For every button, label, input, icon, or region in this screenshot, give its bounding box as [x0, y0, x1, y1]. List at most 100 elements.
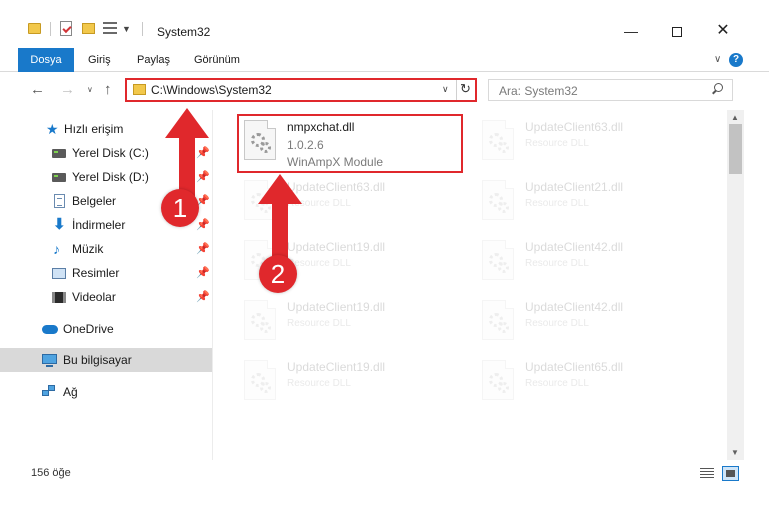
step-2-badge: 2 — [259, 255, 297, 293]
videos-icon — [52, 292, 66, 303]
sidebar-item-label: Bu bilgisayar — [63, 353, 132, 367]
help-icon[interactable]: ? — [729, 53, 743, 67]
details-view-icon[interactable] — [700, 468, 714, 479]
large-icons-view-icon[interactable] — [722, 466, 739, 481]
folder-icon — [133, 84, 146, 95]
file-type: Resource DLL — [287, 318, 351, 329]
sidebar-item-network[interactable]: Ağ — [0, 380, 212, 404]
new-folder-icon[interactable] — [82, 23, 95, 34]
minimize-button[interactable]: — — [608, 18, 654, 44]
address-divider — [456, 80, 457, 100]
sidebar-item-label: Belgeler — [72, 194, 117, 208]
file-item[interactable]: UpdateClient19.dll Resource DLL — [239, 354, 469, 410]
file-item[interactable]: UpdateClient19.dll Resource DLL — [239, 294, 469, 350]
sidebar-item-label: Hızlı erişim — [64, 122, 124, 136]
tab-file[interactable]: Dosya — [18, 48, 74, 72]
recent-locations-chevron-icon[interactable]: ∨ — [87, 85, 93, 94]
close-button[interactable]: ✕ — [700, 18, 746, 44]
status-bar: 156 öğe — [0, 460, 769, 486]
dll-file-icon — [482, 120, 514, 160]
file-explorer-window: ▼ System32 — ✕ Dosya Giriş Paylaş Görünü… — [0, 0, 769, 510]
vertical-scrollbar[interactable]: ▲ ▼ — [727, 110, 744, 460]
customize-toolbar-chevron-icon[interactable]: ▼ — [122, 24, 131, 34]
up-arrow-icon[interactable]: ↑ — [104, 81, 112, 98]
file-type: Resource DLL — [287, 378, 351, 389]
scroll-up-icon[interactable]: ▲ — [731, 113, 739, 122]
pin-icon: 📌 — [196, 291, 210, 303]
quick-access-divider — [142, 22, 143, 36]
address-bar[interactable]: C:\Windows\System32 ∨ ↻ — [125, 78, 477, 102]
properties-icon[interactable] — [60, 21, 72, 36]
sidebar-item-this-pc[interactable]: Bu bilgisayar — [0, 348, 212, 372]
tab-home[interactable]: Giriş — [76, 48, 123, 72]
file-name: UpdateClient63.dll — [525, 120, 624, 134]
drive-icon — [52, 149, 66, 158]
sidebar-item-label: Müzik — [72, 242, 104, 256]
sidebar-item-label: Yerel Disk (C:) — [72, 146, 149, 160]
file-item[interactable]: UpdateClient65.dll Resource DLL — [477, 354, 707, 410]
dll-file-icon — [482, 360, 514, 400]
search-placeholder: Ara: System32 — [499, 84, 578, 98]
sidebar-item-label: OneDrive — [63, 322, 114, 336]
sidebar-item-pictures[interactable]: Resimler 📌 — [0, 261, 212, 285]
maximize-icon — [672, 27, 682, 38]
title-bar: ▼ System32 — ✕ — [0, 0, 769, 48]
file-name: UpdateClient19.dll — [287, 300, 386, 314]
navigation-bar: ← → ∨ ↑ C:\Windows\System32 ∨ ↻ Ara: Sys… — [0, 72, 769, 110]
network-icon — [42, 385, 56, 397]
sidebar-item-label: Videolar — [72, 290, 116, 304]
sidebar-item-label: Ağ — [63, 385, 78, 399]
step-1-badge: 1 — [161, 189, 199, 227]
expand-ribbon-chevron-icon[interactable]: ∨ — [714, 54, 721, 65]
pictures-icon — [52, 268, 66, 279]
file-item[interactable]: UpdateClient42.dll Resource DLL — [477, 294, 707, 350]
this-pc-icon — [42, 354, 57, 367]
drive-icon — [52, 173, 66, 182]
search-input[interactable]: Ara: System32 — [488, 79, 733, 101]
pin-icon: 📌 — [196, 267, 210, 279]
dll-file-icon — [482, 300, 514, 340]
maximize-button[interactable] — [654, 18, 700, 44]
scroll-thumb[interactable] — [729, 124, 742, 174]
ribbon-tabs: Dosya Giriş Paylaş Görünüm ∨ ? — [0, 48, 769, 72]
sidebar-item-label: İndirmeler — [72, 218, 126, 232]
view-options-icon[interactable] — [103, 22, 117, 34]
address-path[interactable]: C:\Windows\System32 — [151, 83, 272, 97]
file-name: UpdateClient42.dll — [525, 240, 624, 254]
dll-file-icon — [244, 360, 276, 400]
folder-icon — [28, 23, 41, 34]
sidebar-item-onedrive[interactable]: OneDrive — [0, 317, 212, 341]
file-type: Resource DLL — [525, 138, 589, 149]
pin-icon: 📌 — [196, 243, 210, 255]
file-name: UpdateClient19.dll — [287, 360, 386, 374]
pane-divider[interactable] — [212, 110, 213, 460]
scroll-down-icon[interactable]: ▼ — [731, 448, 739, 457]
file-type: Resource DLL — [525, 378, 589, 389]
file-item[interactable]: UpdateClient63.dll Resource DLL — [477, 114, 707, 170]
tab-view[interactable]: Görünüm — [182, 48, 252, 72]
window-title: System32 — [157, 25, 211, 39]
file-item[interactable]: UpdateClient42.dll Resource DLL — [477, 234, 707, 290]
file-name: UpdateClient65.dll — [525, 360, 624, 374]
file-name: UpdateClient21.dll — [525, 180, 624, 194]
file-item[interactable]: UpdateClient21.dll Resource DLL — [477, 174, 707, 230]
onedrive-icon — [42, 325, 58, 334]
back-arrow-icon[interactable]: ← — [30, 81, 45, 98]
highlight-box — [237, 114, 463, 173]
search-icon[interactable] — [711, 82, 723, 95]
sidebar-item-videos[interactable]: Videolar 📌 — [0, 285, 212, 309]
dll-file-icon — [482, 180, 514, 220]
file-name: UpdateClient42.dll — [525, 300, 624, 314]
music-icon: ♪ — [53, 241, 60, 257]
refresh-icon[interactable]: ↻ — [460, 81, 471, 97]
tab-share[interactable]: Paylaş — [125, 48, 182, 72]
sidebar-item-music[interactable]: ♪ Müzik 📌 — [0, 237, 212, 261]
dll-file-icon — [482, 240, 514, 280]
address-history-chevron-icon[interactable]: ∨ — [442, 84, 449, 95]
forward-arrow-icon[interactable]: → — [60, 81, 75, 98]
downloads-icon: ⬇ — [53, 216, 66, 233]
quick-access-divider — [50, 22, 51, 36]
file-type: Resource DLL — [525, 258, 589, 269]
file-type: Resource DLL — [525, 318, 589, 329]
file-type: Resource DLL — [525, 198, 589, 209]
